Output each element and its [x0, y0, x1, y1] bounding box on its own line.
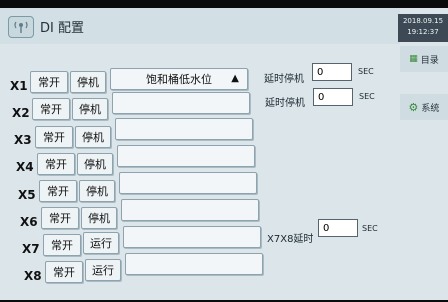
x7x8-delay-input[interactable]: 0 [318, 219, 358, 237]
row-label-x8: X8 [24, 269, 42, 283]
row-label-x2: X2 [12, 106, 30, 120]
row-label-x1: X1 [10, 79, 28, 93]
clock-display: 2018.09.15 19:12:37 [398, 14, 448, 42]
row-label-x6: X6 [20, 215, 38, 229]
x6-action-button[interactable]: 停机 [81, 207, 117, 229]
x8-action-button[interactable]: 运行 [85, 259, 121, 281]
x4-desc-field[interactable] [117, 145, 255, 167]
x2-action-button[interactable]: 停机 [72, 98, 108, 120]
x8-mode-button[interactable]: 常开 [45, 261, 83, 283]
delay-stop-unit-1: SEC [358, 67, 374, 76]
x7-desc-field[interactable] [123, 226, 261, 248]
x6-mode-button[interactable]: 常开 [41, 207, 79, 229]
x5-mode-button[interactable]: 常开 [39, 180, 77, 202]
system-button[interactable]: ⚙ 系统 [400, 94, 448, 120]
delay-stop-label-2: 延时停机 [265, 98, 305, 109]
x4-mode-button[interactable]: 常开 [37, 153, 75, 175]
x1-mode-button[interactable]: 常开 [30, 71, 68, 93]
gear-icon: ⚙ [408, 100, 419, 114]
x7x8-delay-unit: SEC [362, 224, 378, 233]
x3-action-button[interactable]: 停机 [75, 126, 111, 148]
x8-desc-field[interactable] [125, 253, 263, 275]
x7x8-delay-label: X7X8延时 [267, 234, 314, 245]
x7-mode-button[interactable]: 常开 [43, 234, 81, 256]
x7-action-button[interactable]: 运行 [83, 232, 119, 254]
x4-action-button[interactable]: 停机 [77, 153, 113, 175]
delay-stop-input-2[interactable]: 0 [313, 88, 353, 106]
x1-action-button[interactable]: 停机 [70, 71, 106, 93]
row-label-x7: X7 [22, 242, 40, 256]
page-title: DI 配置 [40, 21, 84, 36]
clock-date: 2018.09.15 [402, 17, 444, 25]
row-label-x5: X5 [18, 188, 36, 202]
x3-desc-field[interactable] [115, 118, 253, 140]
row-label-x3: X3 [14, 133, 32, 147]
menu-button[interactable]: ▦ 目录 [400, 46, 448, 72]
x2-desc-field[interactable] [112, 92, 250, 114]
x1-desc-text: 饱和桶低水位 [146, 73, 212, 86]
x5-desc-field[interactable] [119, 172, 257, 194]
x5-action-button[interactable]: 停机 [79, 180, 115, 202]
grid-icon: ▦ [409, 54, 418, 64]
delay-stop-unit-2: SEC [359, 92, 375, 101]
menu-button-label: 目录 [420, 55, 439, 66]
hmi-screen: DI 配置 2018.09.15 19:12:37 ▦ 目录 ⚙ 系统 X1 常… [0, 8, 448, 300]
pointer-cursor-icon: ▲ [231, 73, 239, 84]
x6-desc-field[interactable] [121, 199, 259, 221]
delay-stop-input-1[interactable]: 0 [312, 63, 352, 81]
x2-mode-button[interactable]: 常开 [32, 98, 70, 120]
system-button-label: 系统 [421, 103, 440, 114]
title-bar: DI 配置 [0, 8, 400, 44]
antenna-icon [8, 16, 34, 38]
x3-mode-button[interactable]: 常开 [35, 126, 73, 148]
row-label-x4: X4 [16, 160, 34, 174]
delay-stop-label-1: 延时停机 [264, 74, 304, 85]
clock-time: 19:12:37 [407, 28, 439, 36]
x1-desc-field[interactable]: 饱和桶低水位 ▲ [110, 68, 248, 90]
